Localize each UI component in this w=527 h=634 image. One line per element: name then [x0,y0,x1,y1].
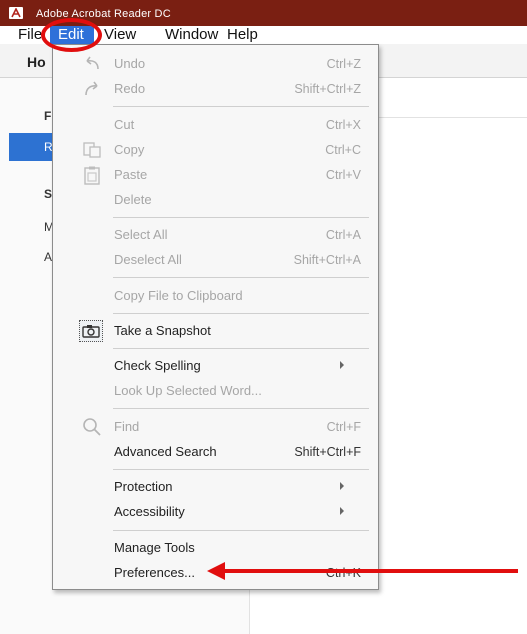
chevron-right-icon [340,361,344,369]
select-all-shortcut: Ctrl+A [325,228,361,242]
paste-label: Paste [114,167,148,182]
paste-shortcut: Ctrl+V [325,168,361,182]
menu-item-find[interactable]: Find Ctrl+F [53,415,378,439]
chevron-right-icon [340,482,344,490]
menu-separator [113,217,369,218]
redo-label: Redo [114,81,146,96]
acrobat-icon [9,7,23,19]
menu-window[interactable]: Window [165,26,218,44]
preferences-label: Preferences... [114,565,195,580]
menu-item-protection[interactable]: Protection [53,475,378,499]
find-shortcut: Ctrl+F [326,420,361,434]
accessibility-label: Accessibility [114,504,185,519]
menu-item-check-spelling[interactable]: Check Spelling [53,354,378,378]
menu-separator [113,469,369,470]
annotation-arrow-icon [207,562,225,580]
deselect-all-label: Deselect All [114,252,182,267]
menu-item-snapshot[interactable]: Take a Snapshot [53,319,378,343]
snapshot-label: Take a Snapshot [114,323,211,338]
search-icon [81,417,103,437]
menu-item-cut[interactable]: Cut Ctrl+X [53,113,378,137]
copy-label: Copy [114,142,145,157]
menu-item-select-all[interactable]: Select All Ctrl+A [53,223,378,247]
menu-separator [113,408,369,409]
delete-label: Delete [114,192,152,207]
menu-item-advanced-search[interactable]: Advanced Search Shift+Ctrl+F [53,440,378,464]
menu-item-look-up[interactable]: Look Up Selected Word... [53,379,378,403]
menu-item-copy-file[interactable]: Copy File to Clipboard [53,284,378,308]
menu-separator [113,313,369,314]
undo-label: Undo [114,56,146,71]
look-up-label: Look Up Selected Word... [114,383,262,398]
menu-separator [113,530,369,531]
advanced-search-label: Advanced Search [114,444,217,459]
redo-shortcut: Shift+Ctrl+Z [294,82,361,96]
select-all-label: Select All [114,227,168,242]
menu-item-delete[interactable]: Delete [53,188,378,212]
edit-menu: Undo Ctrl+Z Redo Shift+Ctrl+Z Cut Ctrl+X… [52,44,379,590]
check-spelling-label: Check Spelling [114,358,201,373]
menu-separator [113,348,369,349]
menu-file[interactable]: File [18,26,42,44]
menu-item-paste[interactable]: Paste Ctrl+V [53,163,378,187]
chevron-right-icon [340,507,344,515]
protection-label: Protection [114,479,173,494]
menu-item-manage-tools[interactable]: Manage Tools [53,536,378,560]
panel-heading-2: S [44,187,53,201]
panel-heading: F [44,109,52,123]
annotation-circle [41,18,102,52]
copy-shortcut: Ctrl+C [325,143,361,157]
copy-icon [81,140,103,160]
menu-item-redo[interactable]: Redo Shift+Ctrl+Z [53,77,378,101]
menu-separator [113,277,369,278]
undo-icon [81,54,103,74]
advanced-search-shortcut: Shift+Ctrl+F [294,445,361,459]
cut-shortcut: Ctrl+X [325,118,361,132]
paste-icon [81,165,103,185]
menu-separator [113,106,369,107]
find-label: Find [114,419,140,434]
undo-shortcut: Ctrl+Z [326,57,361,71]
menu-item-deselect-all[interactable]: Deselect All Shift+Ctrl+A [53,248,378,272]
redo-icon [81,79,103,99]
manage-tools-label: Manage Tools [114,540,195,555]
menu-item-accessibility[interactable]: Accessibility [53,500,378,524]
panel-item-a[interactable]: A [44,250,52,264]
copy-file-label: Copy File to Clipboard [114,288,243,303]
annotation-arrow-shaft [222,569,518,573]
camera-icon [79,320,103,342]
menu-item-copy[interactable]: Copy Ctrl+C [53,138,378,162]
menu-help[interactable]: Help [227,26,258,44]
cut-label: Cut [114,117,135,132]
menu-item-undo[interactable]: Undo Ctrl+Z [53,52,378,76]
menu-view[interactable]: View [104,26,136,44]
tab-home[interactable]: Ho [27,54,46,70]
deselect-all-shortcut: Shift+Ctrl+A [293,253,361,267]
window-title: Adobe Acrobat Reader DC [36,8,171,20]
